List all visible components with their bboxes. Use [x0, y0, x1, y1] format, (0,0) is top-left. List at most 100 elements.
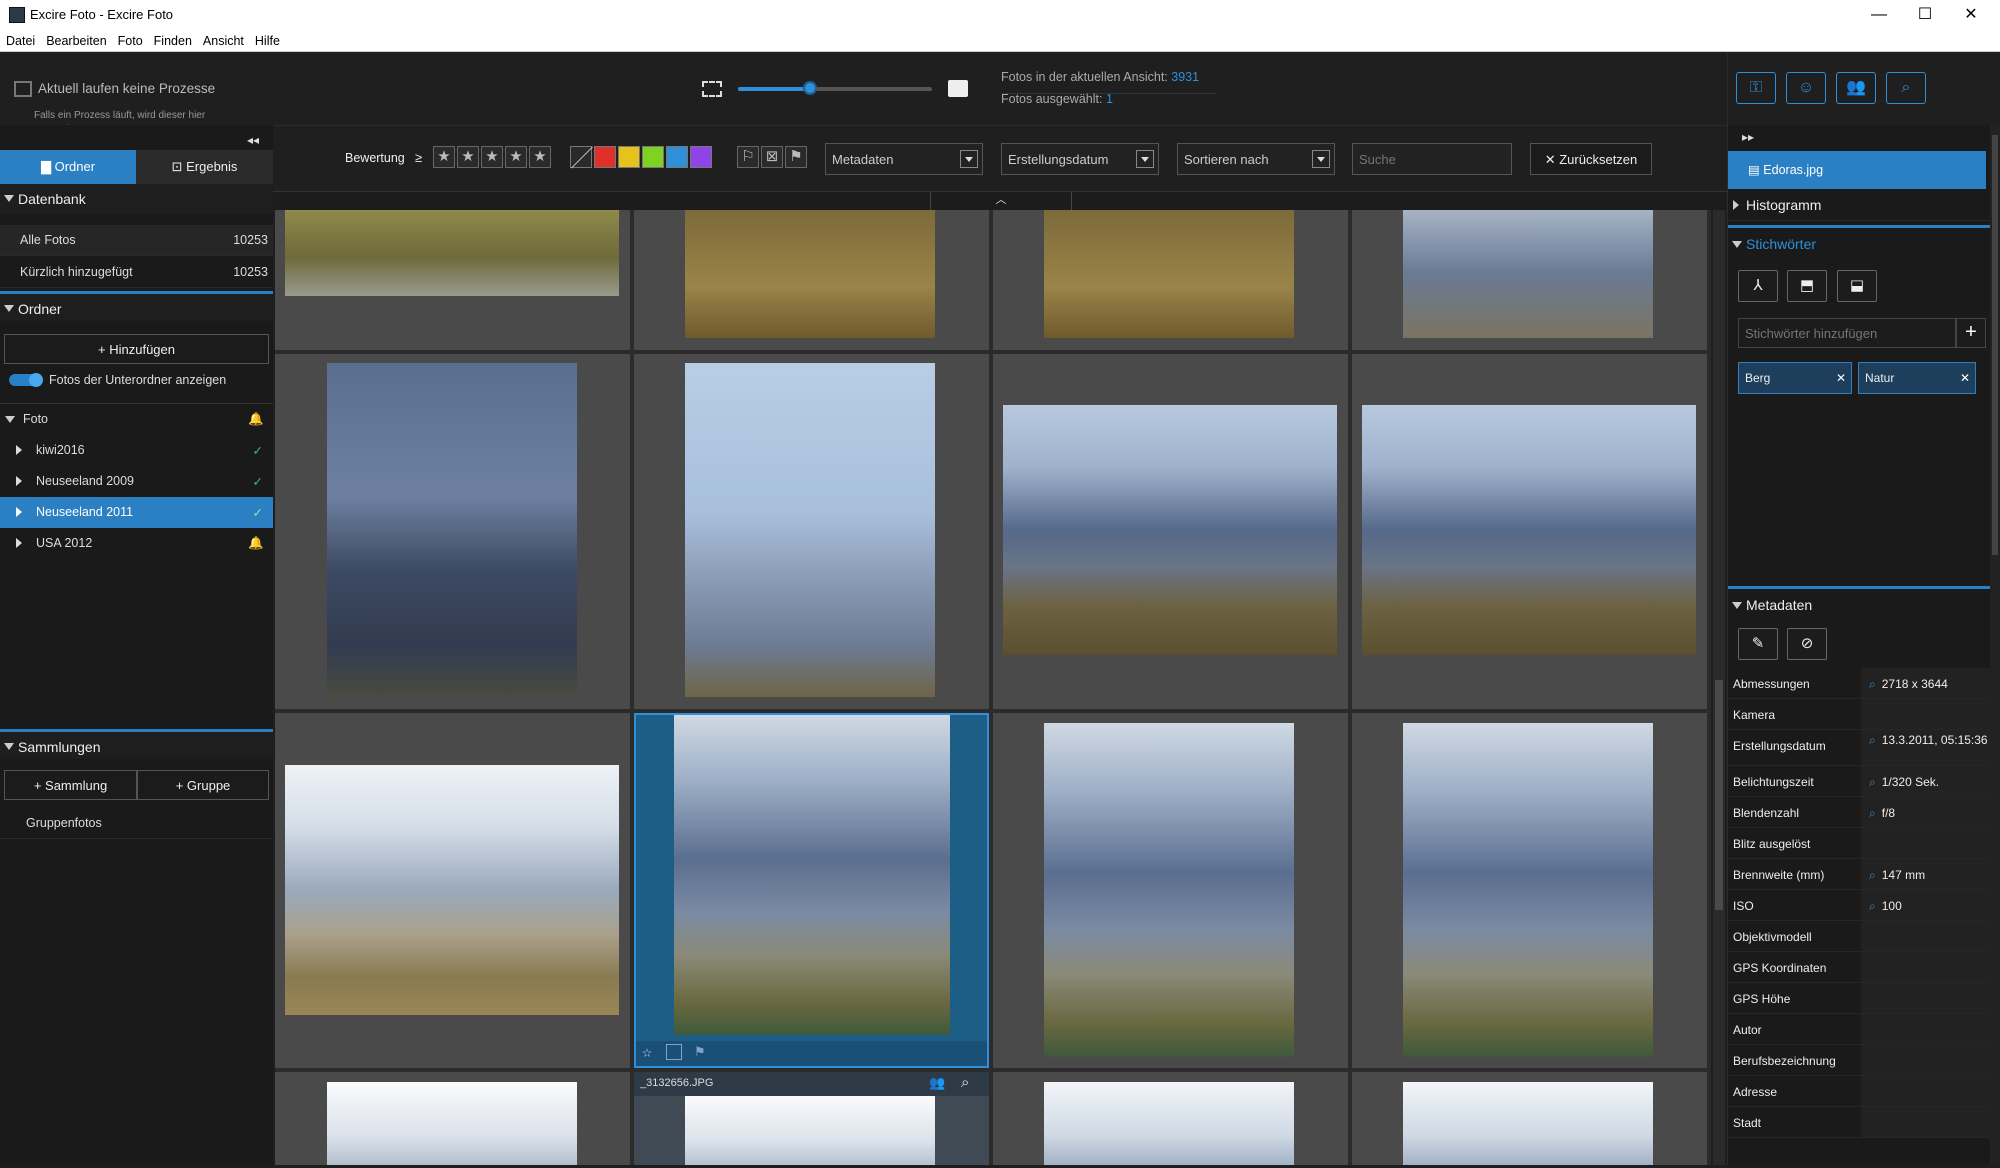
star-icon[interactable]: ★	[529, 146, 551, 168]
chevron-up-icon[interactable]: ︿	[930, 192, 1072, 210]
expand-right-icon[interactable]: ▸▸	[1742, 130, 1754, 144]
folder-item-usa-2012[interactable]: USA 2012 🔔	[0, 528, 273, 559]
color-label-green[interactable]	[642, 146, 664, 168]
face-icon[interactable]: ☺	[1786, 72, 1826, 104]
right-scrollbar[interactable]	[1990, 125, 2000, 1165]
color-label-yellow[interactable]	[618, 146, 640, 168]
reset-button[interactable]: ✕ Zurücksetzen	[1530, 143, 1652, 175]
photo-thumbnail[interactable]	[1362, 405, 1696, 655]
zoom-icon[interactable]: ⌕	[961, 1074, 969, 1091]
zoom-slider-handle[interactable]	[802, 81, 817, 95]
menu-foto[interactable]: Foto	[112, 30, 148, 48]
search-icon[interactable]: ⌕	[1869, 868, 1876, 882]
people-icon[interactable]: 👥	[929, 1075, 945, 1091]
star-icon[interactable]: ★	[481, 146, 503, 168]
grid-scrollbar[interactable]	[1713, 210, 1725, 1165]
rating-overlay-icon[interactable]: ✫	[642, 1046, 652, 1060]
db-item-all[interactable]: Alle Fotos 10253	[0, 225, 273, 256]
photo-cell[interactable]	[993, 713, 1348, 1068]
search-icon[interactable]: ⌕	[1869, 806, 1876, 820]
photo-cell[interactable]	[275, 1072, 630, 1165]
search-input[interactable]	[1352, 143, 1512, 175]
photo-cell[interactable]	[275, 210, 630, 350]
zoom-slider[interactable]	[738, 81, 932, 95]
keyword-add-button[interactable]: +	[1956, 318, 1986, 348]
date-dropdown[interactable]: Erstellungsdatum	[1001, 143, 1159, 175]
star-icon[interactable]: ★	[505, 146, 527, 168]
tab-ergebnis[interactable]: ⊡ Ergebnis	[136, 150, 273, 184]
hide-eye-icon[interactable]: ⊘	[1787, 628, 1827, 660]
keyword-add-input[interactable]	[1738, 318, 1956, 348]
section-ordner[interactable]: Ordner	[0, 291, 273, 321]
folder-root-foto[interactable]: Foto 🔔	[0, 404, 273, 435]
key-search-icon[interactable]: ⚿	[1736, 72, 1776, 104]
add-collection-button[interactable]: + Sammlung	[4, 770, 137, 800]
close-button[interactable]: ✕	[1948, 0, 1994, 30]
metadata-dropdown[interactable]: Metadaten	[825, 143, 983, 175]
folder-item-neuseeland-2009[interactable]: Neuseeland 2009 ✓	[0, 466, 273, 497]
photo-cell[interactable]	[993, 354, 1348, 709]
photo-thumbnail[interactable]	[685, 210, 935, 338]
photo-thumbnail[interactable]	[1044, 210, 1294, 338]
maximize-button[interactable]: ☐	[1902, 0, 1948, 30]
photo-thumbnail[interactable]	[327, 363, 577, 697]
edit-pencil-icon[interactable]: ✎	[1738, 628, 1778, 660]
photo-thumbnail[interactable]	[674, 715, 950, 1035]
photo-cell[interactable]	[275, 354, 630, 709]
small-thumbnail-icon[interactable]	[702, 81, 722, 97]
close-icon[interactable]: ✕	[1831, 363, 1851, 393]
grid-scrollbar-thumb[interactable]	[1715, 680, 1723, 910]
sort-dropdown[interactable]: Sortieren nach	[1177, 143, 1335, 175]
section-metadaten[interactable]: Metadaten	[1728, 586, 1990, 618]
star-icon[interactable]: ★	[433, 146, 455, 168]
photo-cell[interactable]	[1352, 354, 1707, 709]
photo-cell[interactable]	[634, 210, 989, 350]
photo-cell[interactable]	[1352, 1072, 1707, 1165]
star-icon[interactable]: ★	[457, 146, 479, 168]
section-stichwoerter[interactable]: Stichwörter	[1728, 225, 1990, 257]
tab-ordner[interactable]: ▇ Ordner	[0, 150, 136, 184]
search-icon[interactable]: ⌕	[1869, 899, 1876, 913]
photo-thumbnail[interactable]	[327, 1082, 577, 1165]
no-color-label-icon[interactable]	[570, 146, 593, 169]
subfolder-toggle[interactable]	[9, 373, 43, 387]
flag-overlay-icon[interactable]: ⚑	[694, 1044, 706, 1060]
photo-cell-selected[interactable]: ✫ ⚑	[634, 713, 989, 1068]
keyword-tree-icon[interactable]: ⅄	[1738, 270, 1778, 302]
flag-none-icon[interactable]: ⚐	[737, 146, 759, 168]
photo-thumbnail[interactable]	[285, 765, 619, 1015]
photo-cell[interactable]	[275, 713, 630, 1068]
section-histogramm[interactable]: Histogramm	[1728, 189, 1990, 221]
photo-thumbnail[interactable]	[1003, 405, 1337, 655]
menu-finden[interactable]: Finden	[148, 30, 197, 48]
photo-thumbnail[interactable]	[1403, 723, 1653, 1057]
zoom-search-icon[interactable]: ⌕	[1886, 72, 1926, 104]
menu-ansicht[interactable]: Ansicht	[197, 30, 249, 48]
flag-rejected-icon[interactable]: ⊠	[761, 146, 783, 168]
photo-cell[interactable]	[1352, 210, 1707, 350]
photo-cell[interactable]	[1352, 713, 1707, 1068]
keyword-import-icon[interactable]: ⬒	[1787, 270, 1827, 302]
keyword-tag[interactable]: Berg ✕	[1738, 362, 1852, 394]
collection-item-gruppenfotos[interactable]: Gruppenfotos	[0, 808, 273, 839]
photo-thumbnail[interactable]	[685, 1096, 935, 1165]
photo-thumbnail[interactable]	[1044, 1082, 1294, 1165]
folder-item-kiwi2016[interactable]: kiwi2016 ✓	[0, 435, 273, 466]
right-scrollbar-thumb[interactable]	[1992, 135, 1998, 555]
photo-cell[interactable]	[993, 1072, 1348, 1165]
folder-item-neuseeland-2011[interactable]: Neuseeland 2011 ✓	[0, 497, 273, 528]
color-label-purple[interactable]	[690, 146, 712, 168]
color-overlay-icon[interactable]	[666, 1044, 682, 1060]
menu-datei[interactable]: Datei	[0, 30, 40, 48]
color-label-red[interactable]	[594, 146, 616, 168]
search-icon[interactable]: ⌕	[1869, 733, 1876, 747]
section-sammlungen[interactable]: Sammlungen	[0, 729, 273, 759]
section-datenbank[interactable]: Datenbank	[0, 184, 273, 214]
collapse-left-icon[interactable]: ◂◂	[247, 133, 259, 147]
rating-operator[interactable]: ≥	[415, 150, 422, 165]
add-folder-button[interactable]: + Hinzufügen	[4, 334, 269, 364]
keyword-export-icon[interactable]: ⬓	[1837, 270, 1877, 302]
photo-thumbnail[interactable]	[685, 363, 935, 697]
add-group-button[interactable]: + Gruppe	[137, 770, 269, 800]
large-thumbnail-icon[interactable]	[948, 80, 968, 97]
